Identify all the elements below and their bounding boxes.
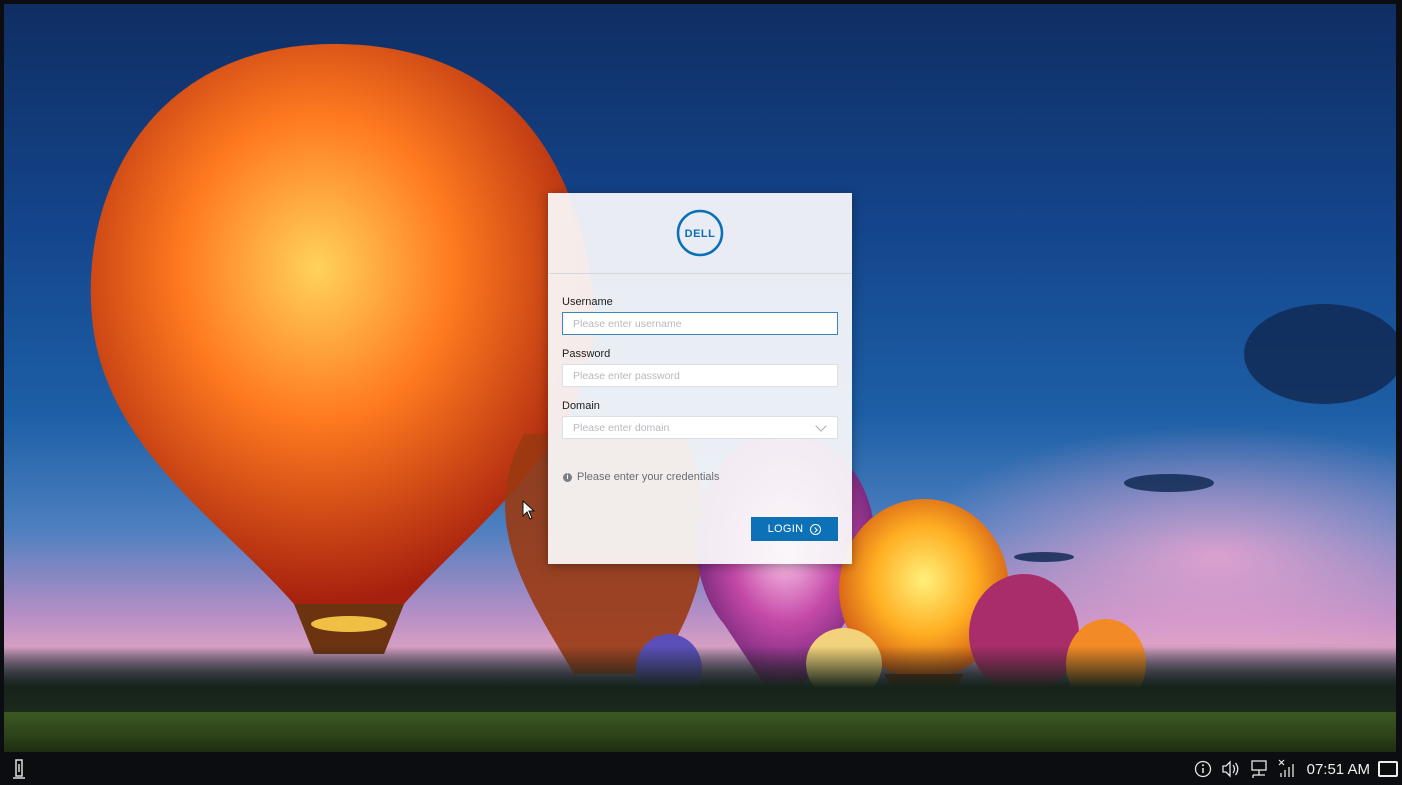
username-label: Username (562, 296, 613, 308)
arrow-right-circle-icon (810, 523, 822, 535)
volume-icon[interactable] (1221, 759, 1241, 779)
password-label: Password (562, 348, 611, 360)
wireless-icon[interactable] (1277, 759, 1297, 779)
info-icon: i (563, 472, 572, 482)
show-desktop-icon[interactable] (1378, 761, 1398, 777)
info-icon[interactable] (1193, 759, 1213, 779)
domain-label: Domain (562, 400, 600, 412)
status-message: i Please enter your credentials (563, 471, 719, 483)
login-dialog: DELL Username Please enter username Pass… (548, 193, 852, 564)
password-placeholder: Please enter password (573, 369, 680, 382)
login-button-label: LOGIN (767, 523, 804, 535)
network-icon[interactable] (1249, 759, 1269, 779)
start-icon[interactable] (10, 758, 28, 780)
dell-logo-text: DELL (685, 228, 716, 240)
chevron-down-icon (815, 419, 827, 432)
username-placeholder: Please enter username (573, 317, 682, 330)
username-input[interactable]: Please enter username (562, 312, 838, 335)
treeline (4, 646, 1396, 716)
taskbar: 07:51 AM (0, 752, 1402, 785)
domain-placeholder: Please enter domain (573, 421, 670, 434)
dialog-header: DELL (548, 193, 852, 274)
dell-logo: DELL (676, 209, 724, 257)
password-input[interactable]: Please enter password (562, 364, 838, 387)
login-form: Username Please enter username Password … (548, 274, 852, 439)
login-button[interactable]: LOGIN (751, 517, 838, 541)
domain-select[interactable]: Please enter domain (562, 416, 838, 439)
mouse-cursor-icon (522, 500, 536, 520)
status-message-text: Please enter your credentials (577, 471, 720, 483)
system-tray: 07:51 AM (1193, 757, 1398, 781)
grass-field (4, 712, 1396, 752)
clock[interactable]: 07:51 AM (1307, 761, 1370, 778)
